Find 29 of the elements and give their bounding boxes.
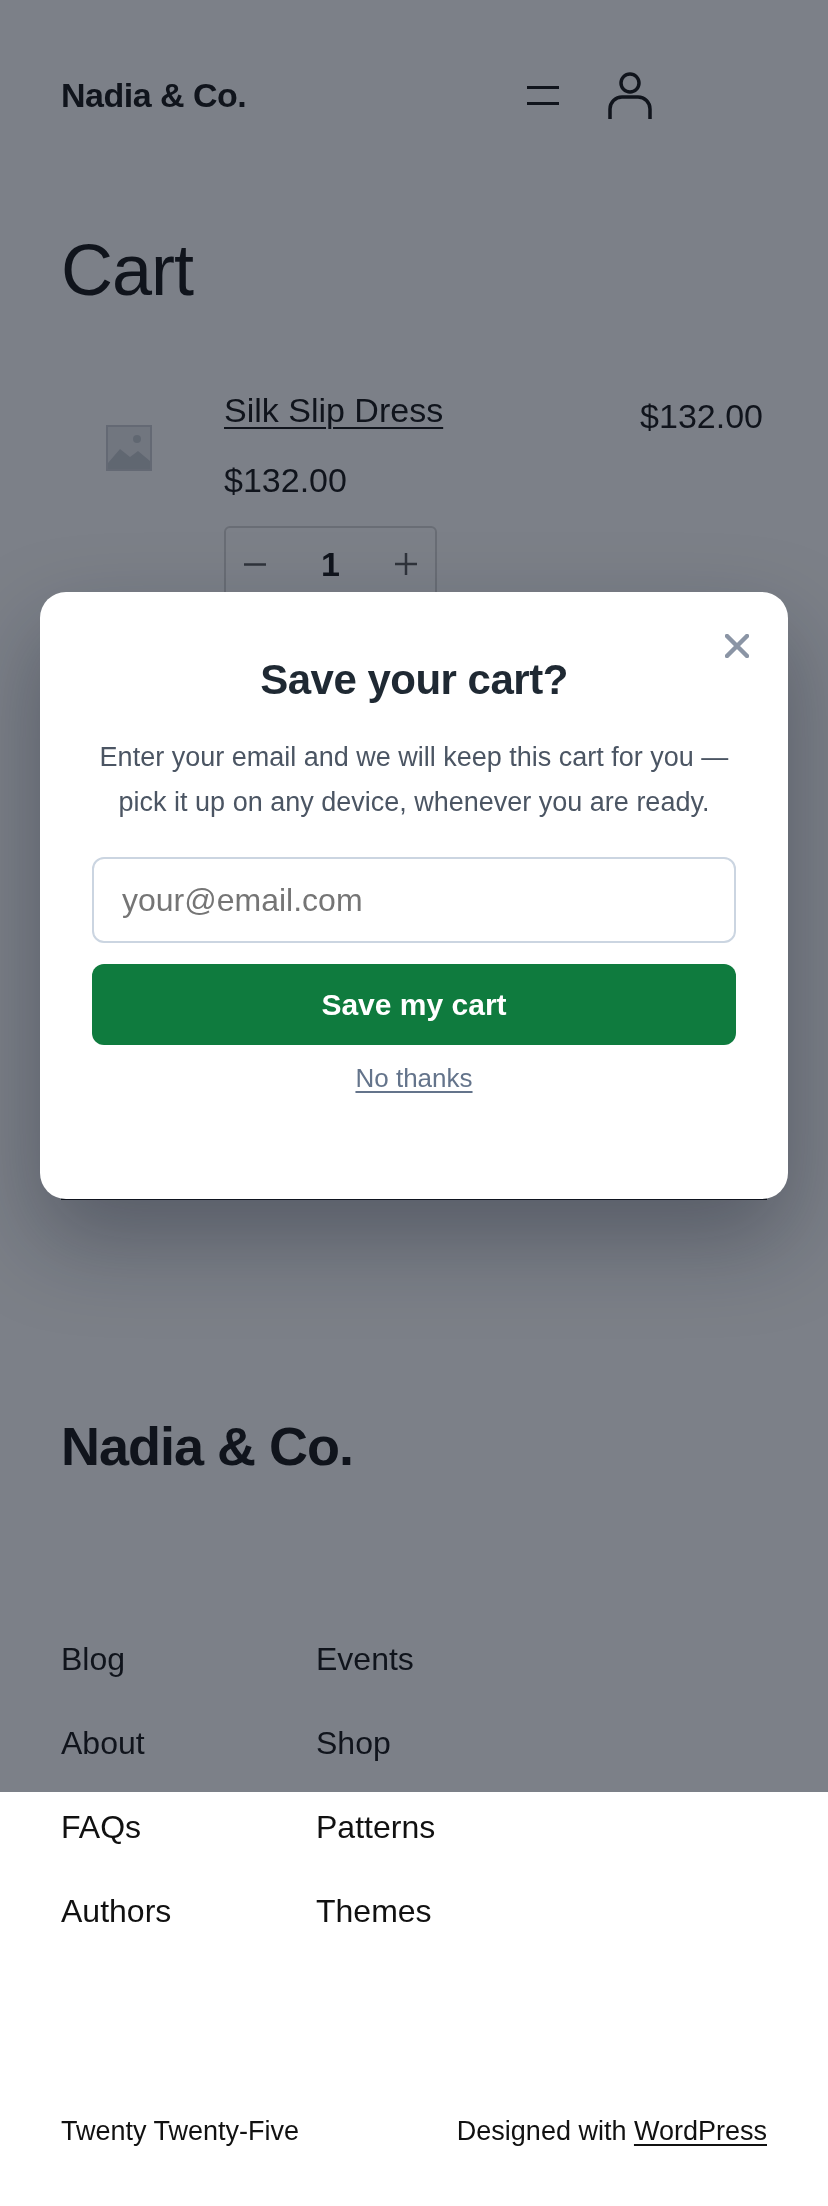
footer-link[interactable]: FAQs — [61, 1806, 141, 1847]
footer-link[interactable]: Themes — [316, 1890, 432, 1931]
footer-link[interactable]: Patterns — [316, 1806, 436, 1847]
user-icon[interactable] — [608, 71, 652, 119]
dialog-title: Save your cart? — [260, 655, 568, 705]
dialog-message: Enter your email and we will keep this cart for you — pick it up on any device, whenever you are ready. — [98, 741, 730, 820]
credit-text: Designed with WordPress — [456, 2114, 767, 2148]
line-total: $132.00 — [640, 396, 763, 437]
footer-link[interactable]: Authors — [61, 1890, 172, 1931]
site-logo[interactable]: Nadia & Co. — [61, 74, 247, 116]
footer-link[interactable]: Blog — [61, 1638, 126, 1679]
site-name: Twenty Twenty-Five — [61, 2114, 300, 2148]
menu-icon[interactable] — [527, 85, 559, 105]
plus-icon — [395, 553, 417, 575]
footer-link[interactable]: Events — [316, 1638, 414, 1679]
save-cart-button[interactable]: Save my cart — [92, 964, 736, 1046]
footer-link[interactable]: Shop — [316, 1722, 391, 1763]
minus-icon — [244, 562, 266, 566]
no-thanks-link[interactable]: No thanks — [355, 1062, 473, 1097]
unit-price: $132.00 — [224, 460, 347, 501]
quantity-field[interactable]: 1 — [284, 542, 377, 586]
close-icon — [725, 634, 749, 658]
page-title: Cart — [61, 234, 194, 306]
email-field[interactable]: your@email.com — [92, 857, 736, 944]
footer-link[interactable]: About — [61, 1722, 145, 1763]
footer-logo[interactable]: Nadia & Co. — [61, 1414, 354, 1479]
credit-link[interactable]: WordPress — [633, 2115, 767, 2146]
image-placeholder-icon — [106, 425, 152, 471]
product-name-link[interactable]: Silk Slip Dress — [224, 388, 444, 432]
